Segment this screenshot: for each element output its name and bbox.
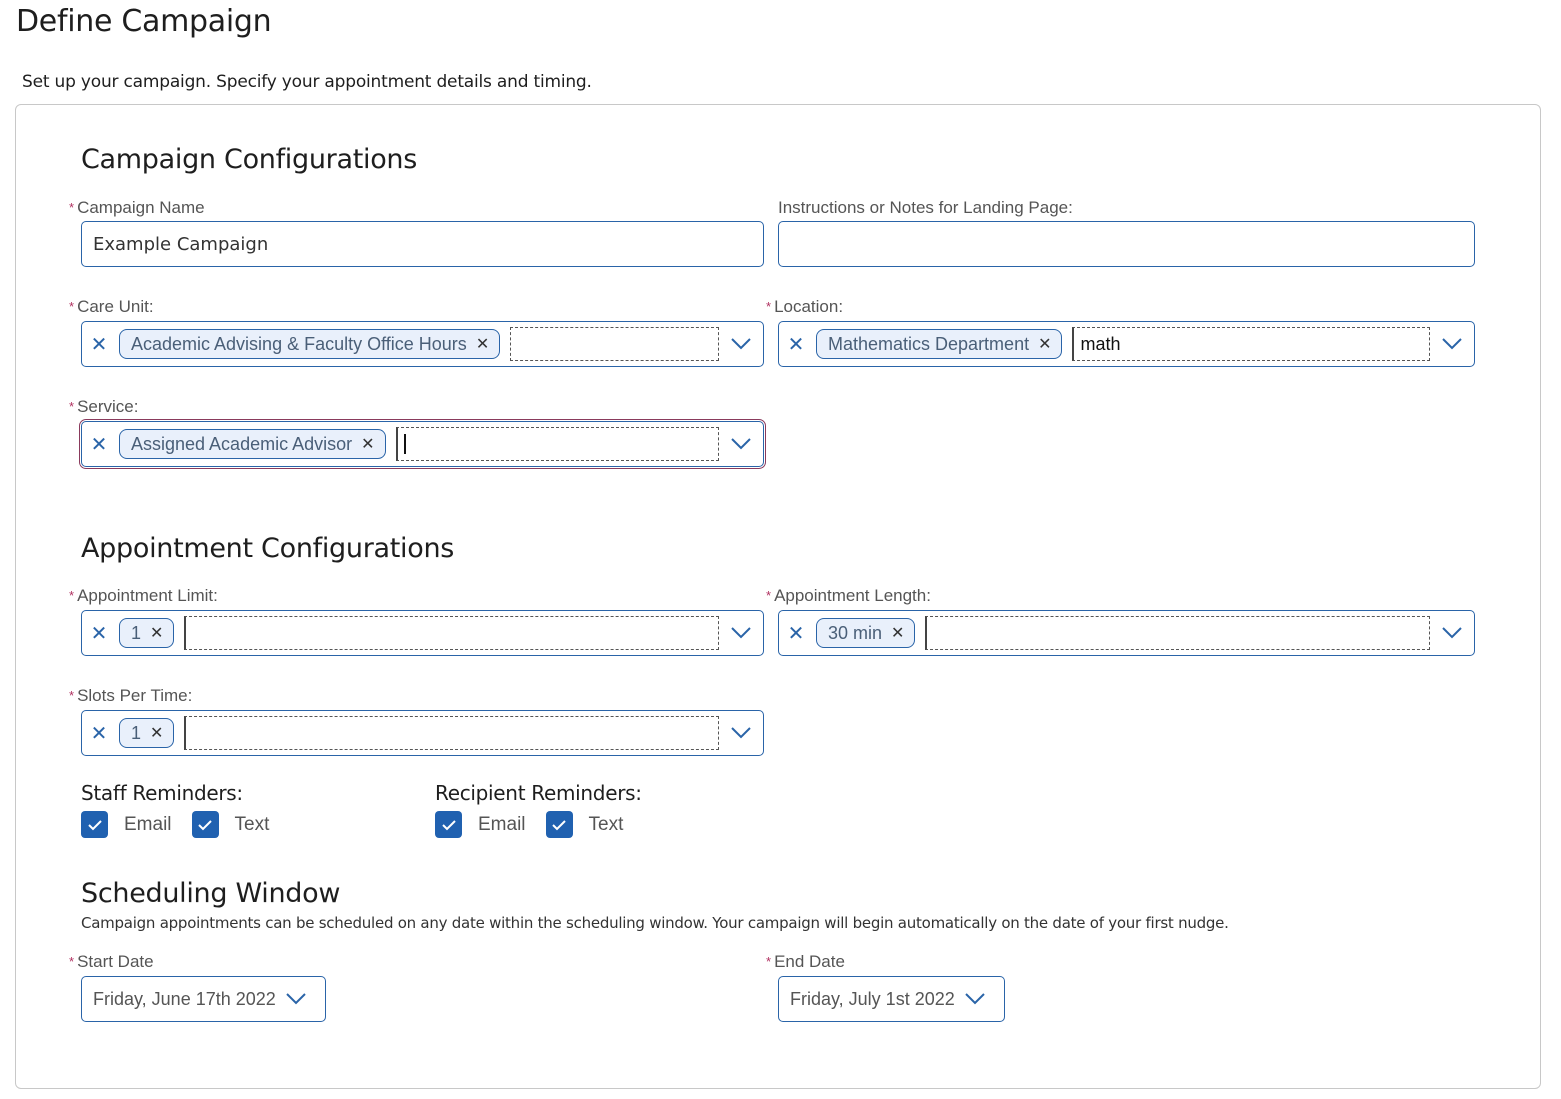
slots-per-time-multiselect[interactable]: ✕ 1 ✕	[81, 710, 764, 756]
page-subtitle: Set up your campaign. Specify your appoi…	[22, 72, 592, 92]
recipient-text-checkbox[interactable]	[545, 811, 573, 838]
chevron-down-icon[interactable]	[719, 627, 763, 639]
checkmark-icon	[198, 819, 212, 830]
checkmark-icon	[552, 819, 566, 830]
end-date-select[interactable]: Friday, July 1st 2022	[778, 976, 1005, 1022]
chevron-down-icon[interactable]	[276, 993, 316, 1005]
checkmark-icon	[87, 819, 102, 830]
care-unit-multiselect[interactable]: ✕ Academic Advising & Faculty Office Hou…	[81, 321, 764, 367]
selected-chip: Assigned Academic Advisor ✕	[119, 429, 386, 459]
location-search-input[interactable]: math	[1072, 327, 1430, 361]
instructions-input[interactable]	[778, 221, 1475, 267]
start-date-select[interactable]: Friday, June 17th 2022	[81, 976, 326, 1022]
section-title-appointment-configurations: Appointment Configurations	[81, 533, 455, 564]
staff-email-checkbox[interactable]	[81, 811, 108, 838]
remove-chip-icon[interactable]: ✕	[891, 623, 904, 643]
clear-all-icon[interactable]: ✕	[90, 623, 108, 645]
clear-all-icon[interactable]: ✕	[787, 334, 805, 356]
location-label: * Location:	[766, 297, 844, 316]
scheduling-window-description: Campaign appointments can be scheduled o…	[81, 914, 1229, 932]
required-icon: *	[69, 588, 75, 603]
section-title-scheduling-window: Scheduling Window	[81, 878, 341, 909]
appointment-limit-search-input[interactable]	[184, 616, 719, 650]
start-date-label: * Start Date	[69, 952, 154, 971]
service-search-input[interactable]	[395, 427, 719, 461]
clear-all-icon[interactable]: ✕	[90, 723, 108, 745]
slots-per-time-search-input[interactable]	[184, 716, 719, 750]
chevron-down-icon[interactable]	[1430, 627, 1474, 639]
staff-text-label: Text	[234, 813, 270, 835]
selected-chip: 30 min ✕	[816, 618, 916, 648]
required-icon: *	[69, 954, 75, 969]
clear-all-icon[interactable]: ✕	[90, 334, 108, 356]
selected-chip: Mathematics Department ✕	[816, 329, 1063, 359]
required-icon: *	[69, 688, 75, 703]
text-cursor	[403, 434, 406, 454]
appointment-length-label: * Appointment Length:	[766, 586, 931, 605]
appointment-length-multiselect[interactable]: ✕ 30 min ✕	[778, 610, 1475, 656]
recipient-reminders-title: Recipient Reminders:	[435, 781, 642, 805]
required-icon: *	[766, 299, 772, 314]
end-date-label: * End Date	[766, 952, 845, 971]
clear-all-icon[interactable]: ✕	[90, 434, 108, 456]
remove-chip-icon[interactable]: ✕	[476, 334, 489, 354]
selected-chip: 1 ✕	[119, 618, 175, 648]
checkmark-icon	[441, 819, 456, 830]
staff-reminders-group: Email Text	[81, 811, 289, 838]
required-icon: *	[69, 399, 75, 414]
required-icon: *	[766, 954, 772, 969]
chevron-down-icon[interactable]	[1430, 338, 1474, 350]
chevron-down-icon[interactable]	[955, 993, 995, 1005]
remove-chip-icon[interactable]: ✕	[150, 723, 163, 743]
staff-email-label: Email	[124, 813, 172, 835]
selected-chip: Academic Advising & Faculty Office Hours…	[119, 329, 501, 359]
recipient-text-label: Text	[588, 813, 624, 835]
campaign-name-label: * Campaign Name	[69, 198, 205, 217]
chevron-down-icon[interactable]	[719, 338, 763, 350]
campaign-name-input[interactable]: Example Campaign	[81, 221, 764, 267]
selected-chip: 1 ✕	[119, 718, 175, 748]
appointment-limit-label: * Appointment Limit:	[69, 586, 218, 605]
remove-chip-icon[interactable]: ✕	[1038, 334, 1051, 354]
staff-reminders-title: Staff Reminders:	[81, 781, 243, 805]
required-icon: *	[69, 200, 75, 215]
page-title: Define Campaign	[16, 4, 272, 39]
remove-chip-icon[interactable]: ✕	[361, 434, 374, 454]
appointment-length-search-input[interactable]	[925, 616, 1430, 650]
chevron-down-icon[interactable]	[719, 727, 763, 739]
location-multiselect[interactable]: ✕ Mathematics Department ✕ math	[778, 321, 1475, 367]
recipient-reminders-group: Email Text	[435, 811, 643, 838]
service-label: * Service:	[69, 397, 139, 416]
recipient-email-checkbox[interactable]	[435, 811, 462, 838]
required-icon: *	[69, 299, 75, 314]
clear-all-icon[interactable]: ✕	[787, 623, 805, 645]
recipient-email-label: Email	[478, 813, 526, 835]
instructions-label: Instructions or Notes for Landing Page:	[778, 198, 1073, 217]
service-multiselect[interactable]: ✕ Assigned Academic Advisor ✕	[79, 419, 766, 469]
required-icon: *	[766, 588, 772, 603]
chevron-down-icon[interactable]	[719, 438, 763, 450]
care-unit-label: * Care Unit:	[69, 297, 154, 316]
remove-chip-icon[interactable]: ✕	[150, 623, 163, 643]
section-title-campaign-configurations: Campaign Configurations	[81, 144, 417, 175]
staff-text-checkbox[interactable]	[191, 811, 219, 838]
care-unit-search-input[interactable]	[510, 327, 719, 361]
appointment-limit-multiselect[interactable]: ✕ 1 ✕	[81, 610, 764, 656]
slots-per-time-label: * Slots Per Time:	[69, 686, 193, 705]
